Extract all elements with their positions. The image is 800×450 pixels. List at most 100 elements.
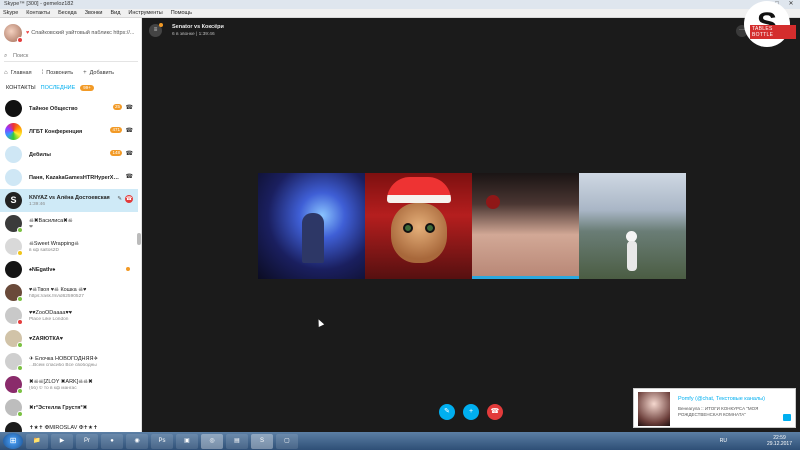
list-item[interactable]: ☠Sweet Wrapping☠ в кф saltos2D	[0, 235, 138, 258]
video-grid	[258, 173, 686, 279]
contact-list-scrollbar[interactable]	[137, 233, 141, 245]
avatar[interactable]	[5, 307, 23, 325]
menu-tools[interactable]: Инструменты	[128, 10, 162, 16]
mic-icon[interactable]: ✎	[117, 196, 122, 202]
taskbar-skype[interactable]: S	[251, 433, 273, 449]
list-item[interactable]: ЛГБТ Конференция 471 ☎	[0, 120, 138, 143]
start-button[interactable]: ⊞	[3, 433, 23, 449]
video-tile-active-speaker[interactable]	[472, 173, 579, 279]
avatar[interactable]	[5, 261, 22, 278]
taskbar-chrome[interactable]: ◉	[126, 433, 148, 449]
avatar[interactable]: S	[5, 192, 22, 209]
add-participant-button[interactable]: +	[463, 404, 479, 420]
mute-button[interactable]: ✎	[439, 404, 455, 420]
list-item[interactable]: Дебилы 148 ☎	[0, 143, 138, 166]
end-call-icon: ☎	[490, 408, 500, 415]
avatar[interactable]	[5, 422, 22, 432]
list-item[interactable]: ✝★✝ ✠MIROSLAV ✠✝★✝В КОНФЕ МЕНЯ ЗАБРОСЬЛЯ…	[0, 419, 138, 432]
menu-skype[interactable]: Skype	[3, 10, 18, 16]
avatar[interactable]	[5, 284, 23, 302]
avatar[interactable]	[5, 330, 23, 348]
contact-mood: 1:39:46	[29, 201, 46, 207]
end-call-icon[interactable]: ☎	[125, 195, 133, 203]
list-item[interactable]: Тайное Общество 25 ☎	[0, 97, 138, 120]
avatar[interactable]	[5, 376, 23, 394]
home-icon: ⌂	[4, 70, 8, 76]
search-input[interactable]	[13, 53, 123, 59]
taskbar-photoshop[interactable]: Ps	[151, 433, 173, 449]
contact-tabs: КОНТАКТЫ ПОСЛЕДНИЕ 99+	[6, 85, 94, 91]
contact-list: Тайное Общество 25 ☎ ЛГБТ Конференция 471 ☎ Де…	[0, 97, 138, 432]
tab-contacts[interactable]: КОНТАКТЫ	[6, 85, 36, 91]
cat-eye	[403, 223, 413, 233]
video-tile[interactable]	[258, 173, 365, 279]
menu-contacts[interactable]: Контакты	[26, 10, 50, 16]
clock-date: 29.12.2017	[766, 441, 792, 447]
phone-icon[interactable]: ☎	[126, 127, 133, 134]
avatar[interactable]	[5, 123, 22, 140]
menu-view[interactable]: Вид	[110, 10, 120, 16]
window-title: Skype™ [300] - gemeloz182	[4, 1, 74, 7]
taskbar-app[interactable]: ▤	[226, 433, 248, 449]
profile-header[interactable]: ♥ Спайковский уайтовый пабликс https://..…	[4, 24, 138, 44]
list-item[interactable]: ♥☠Твоя ♥☠ Кошка ☠♥ https://ask.fm/id62590…	[0, 281, 138, 304]
video-tile[interactable]	[365, 173, 472, 279]
group-avatar[interactable]: ≡	[149, 22, 163, 37]
status-badge	[17, 319, 23, 325]
list-item[interactable]: S KNYAZ vs Алёна Достоевская 1:39:46 ✎ ☎	[0, 189, 138, 212]
notification-dot	[126, 267, 130, 271]
list-item[interactable]: ✈ Ёлочка НОВОГОДНЯЯ✈ ...Всем спасибо Все …	[0, 350, 138, 373]
menu-calls[interactable]: Звонки	[85, 10, 103, 16]
tab-recent[interactable]: ПОСЛЕДНИЕ	[41, 85, 76, 91]
avatar[interactable]	[5, 353, 23, 371]
unread-badge: 148	[110, 150, 122, 156]
taskbar-explorer[interactable]: 📁	[26, 433, 48, 449]
language-indicator[interactable]: RU	[720, 438, 727, 444]
status-dot	[159, 22, 163, 27]
contact-name: ✖☠☠[ZLOY ✖ARK]☠☠✖	[29, 378, 93, 385]
add-contact-button[interactable]: + Добавить	[83, 70, 114, 76]
taskbar-app[interactable]: ▣	[176, 433, 198, 449]
status-badge	[17, 250, 23, 256]
contact-name: ☠Sweet Wrapping☠	[29, 240, 80, 247]
taskbar-recorder[interactable]: ◎	[201, 433, 223, 449]
menu-help[interactable]: Помощь	[171, 10, 192, 16]
taskbar-app[interactable]: ▢	[276, 433, 298, 449]
list-item[interactable]: ✖г°Эстелла Грустя°✖	[0, 396, 138, 419]
phone-icon[interactable]: ☎	[126, 150, 133, 157]
notification-toast[interactable]: Pomfy (@chat, Текстовые каналы) Венеагул…	[633, 388, 796, 428]
list-item[interactable]: ♠NEgatIv♠	[0, 258, 138, 281]
call-area: ≡ Senator vs Коксёри 6 в звонке | 1:39:4…	[143, 18, 800, 432]
avatar[interactable]	[5, 399, 23, 417]
mood-message[interactable]: ♥ Спайковский уайтовый пабликс https://..…	[26, 30, 138, 36]
list-item[interactable]: Паня, KazakaGamesHTRHyperX, Д... ☎	[0, 166, 138, 189]
contact-name: KNYAZ vs Алёна Достоевская	[29, 194, 110, 201]
contact-name: ✖г°Эстелла Грустя°✖	[29, 404, 88, 411]
avatar[interactable]	[5, 169, 22, 186]
call-title[interactable]: Senator vs Коксёри	[172, 24, 224, 30]
taskbar-premiere[interactable]: Pr	[76, 433, 98, 449]
taskbar-media[interactable]: ▶	[51, 433, 73, 449]
avatar[interactable]	[5, 146, 22, 163]
sidebar: ♥ Спайковский уайтовый пабликс https://..…	[0, 18, 142, 432]
avatar[interactable]	[5, 100, 22, 117]
menu-conversation[interactable]: Беседа	[58, 10, 77, 16]
list-item[interactable]: ♥ZAЯЮТКА♥	[0, 327, 138, 350]
taskbar-app[interactable]: ●	[101, 433, 123, 449]
contact-mood: (бб) © то в кф мангас	[29, 385, 77, 391]
list-item[interactable]: ☠✖Василиса✖☠ ❤	[0, 212, 138, 235]
list-item[interactable]: ♥♥ZooODaaaa♥♥ Place Like London	[0, 304, 138, 327]
clock[interactable]: 22:59 29.12.2017	[767, 435, 792, 447]
video-tile[interactable]	[579, 173, 686, 279]
avatar[interactable]	[5, 238, 23, 256]
contact-name: ✈ Ёлочка НОВОГОДНЯЯ✈	[29, 355, 99, 362]
home-button[interactable]: ⌂ Главная	[4, 70, 32, 76]
list-item[interactable]: ✖☠☠[ZLOY ✖ARK]☠☠✖ (бб) © то в кф мангас	[0, 373, 138, 396]
end-call-button[interactable]: ☎	[487, 404, 503, 420]
chat-icon[interactable]	[783, 414, 791, 421]
avatar[interactable]	[5, 215, 23, 233]
phone-icon[interactable]: ☎	[126, 104, 133, 111]
contact-mood: ...Всем спасибо Все свободны	[29, 362, 97, 368]
call-phones-button[interactable]: ⁞ Позвонить	[42, 70, 74, 76]
phone-icon[interactable]: ☎	[126, 173, 133, 180]
